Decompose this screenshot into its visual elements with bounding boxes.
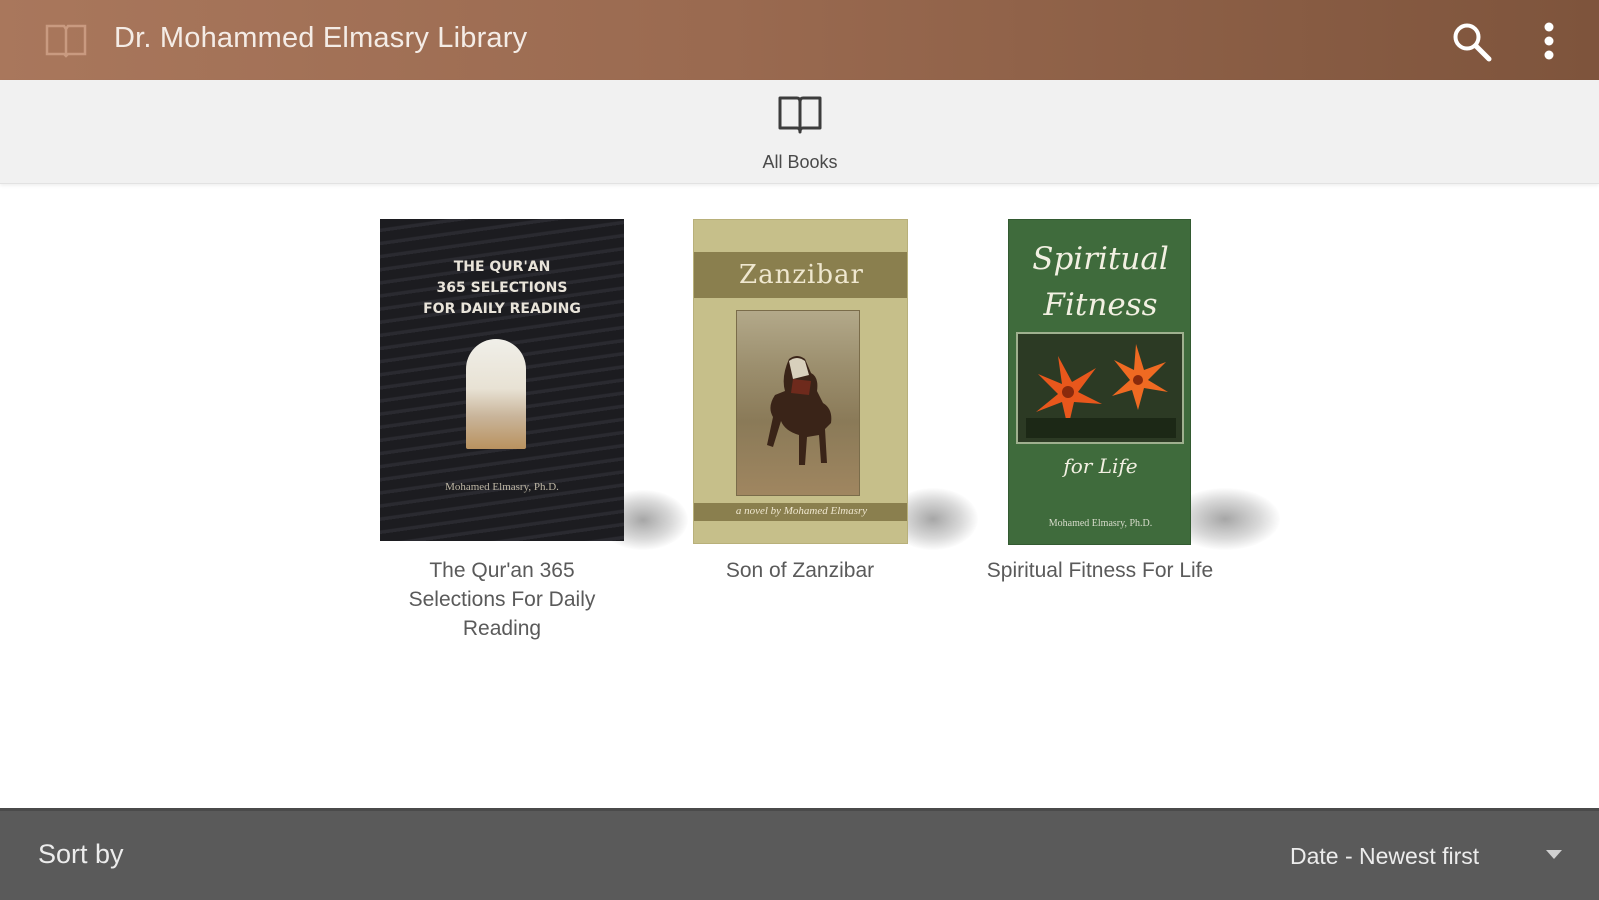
cover-painting [736, 310, 860, 496]
cover-title: THE QUR'AN 365 SELECTIONS FOR DAILY READ… [380, 257, 624, 320]
book-title-line: Selections For Daily [408, 588, 596, 611]
cover-title-line: FOR DAILY READING [423, 301, 581, 317]
book-title-line: Reading [462, 617, 542, 640]
sort-selected-value: Date - Newest first [1290, 843, 1480, 869]
book-title[interactable]: The Qur'an 365 Selections For Daily Read… [376, 556, 628, 643]
search-icon[interactable] [1450, 20, 1494, 64]
app-bar: Dr. Mohammed Elmasry Library [0, 0, 1599, 80]
sort-select[interactable]: Date - Newest first [1280, 835, 1570, 879]
cover-lily-photo [1016, 332, 1184, 444]
book-cover[interactable]: THE QUR'AN 365 SELECTIONS FOR DAILY READ… [380, 219, 624, 541]
cover-title-line: 365 SELECTIONS [436, 280, 568, 296]
cover-author: a novel by Mohamed Elmasry [735, 505, 868, 517]
tab-all-books[interactable]: All Books [740, 88, 860, 178]
more-vertical-icon[interactable] [1535, 18, 1563, 64]
library-app: Dr. Mohammed Elmasry Library All Books T… [0, 0, 1599, 900]
cover-author: Mohamed Elmasry, Ph.D. [1048, 518, 1153, 529]
book-cover[interactable]: Spiritual Fitness for Life Mohamed Elmas… [1008, 219, 1191, 545]
book-title[interactable]: Spiritual Fitness For Life [950, 556, 1250, 585]
horse-rider-image [767, 356, 832, 465]
app-title: Dr. Mohammed Elmasry Library [114, 22, 528, 54]
cover-title: Zanzibar [739, 260, 864, 290]
open-book-icon [778, 96, 822, 134]
cover-title-band: Zanzibar [694, 252, 907, 298]
dropdown-arrow-icon [1546, 850, 1562, 859]
book-title[interactable]: Son of Zanzibar [660, 556, 940, 585]
cover-arch-image [466, 339, 526, 449]
sort-label: Sort by [38, 839, 124, 869]
cover-subtitle: for Life [1063, 454, 1138, 478]
cover-title: Spiritual Fitness [1009, 236, 1190, 328]
tab-label: All Books [762, 152, 838, 172]
tab-strip: All Books [0, 80, 1599, 184]
lily-flowers-image [1018, 334, 1182, 442]
cover-author-strip: a novel by Mohamed Elmasry [694, 503, 907, 521]
open-book-icon [45, 24, 87, 58]
cover-title-line: Spiritual [1032, 241, 1169, 277]
book-cover[interactable]: Zanzibar a novel by Mohamed Elmasry [693, 219, 908, 544]
cover-title-line: THE QUR'AN [453, 259, 551, 275]
book-title-line: The Qur'an 365 [429, 559, 575, 582]
sort-bar: Sort by Date - Newest first [0, 808, 1599, 900]
cover-title-line: Fitness [1043, 287, 1158, 323]
cover-author: Mohamed Elmasry, Ph.D. [445, 481, 559, 493]
